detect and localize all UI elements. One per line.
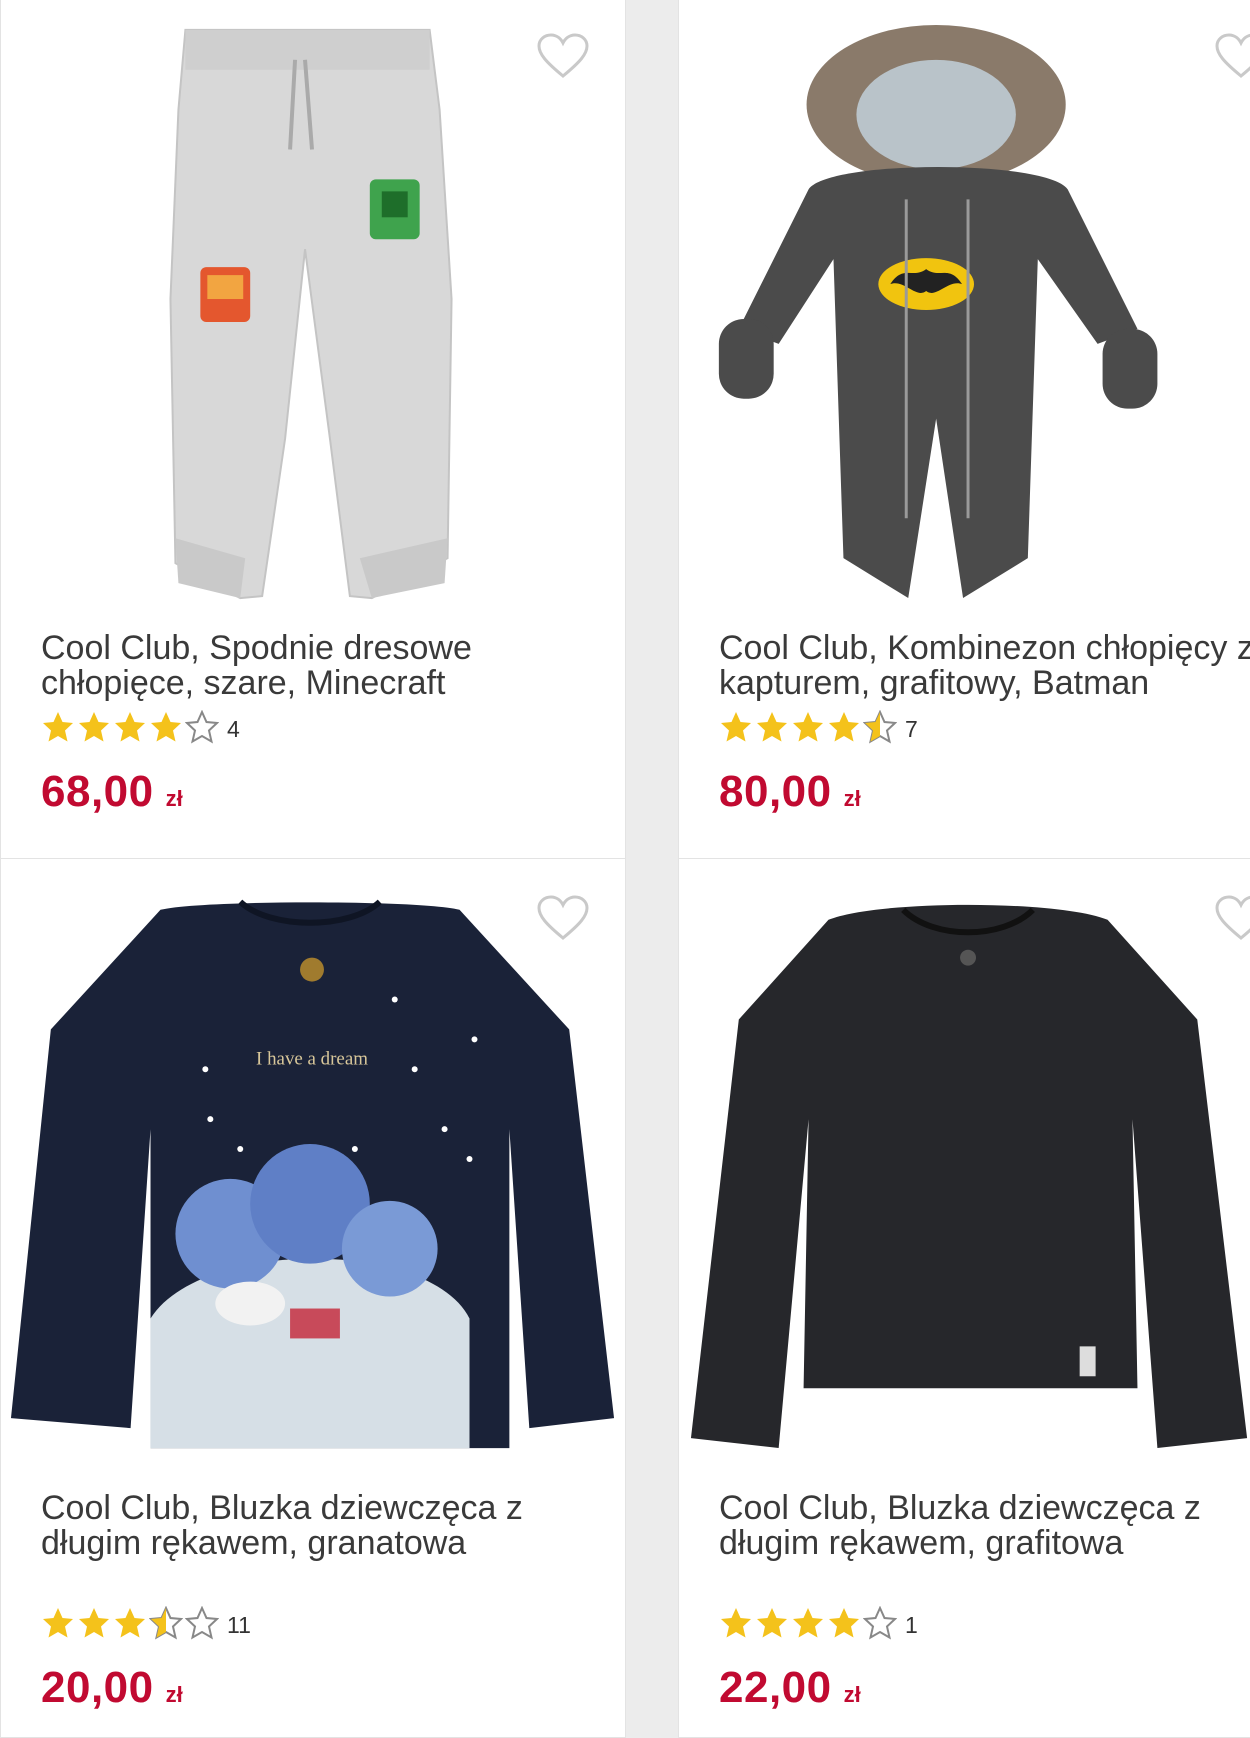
product-rating: 4 — [41, 709, 240, 749]
product-image[interactable] — [1, 0, 625, 619]
product-rating: 7 — [719, 709, 918, 749]
rating-stars — [41, 1605, 221, 1645]
rating-count: 7 — [905, 715, 918, 742]
star-half-icon — [149, 1605, 183, 1640]
grey-jogger-pants-image — [169, 28, 453, 600]
star-full-icon — [113, 1606, 147, 1640]
product-title[interactable]: Cool Club, Bluzka dziewczęca z długim rę… — [719, 1491, 1201, 1561]
product-price: 80,00 zł — [719, 767, 861, 817]
product-title[interactable]: Cool Club, Bluzka dziewczęca z długim rę… — [41, 1491, 523, 1561]
product-rating: 11 — [41, 1605, 251, 1645]
star-full-icon — [827, 710, 861, 744]
star-full-icon — [149, 710, 183, 744]
rating-stars — [41, 709, 221, 749]
star-full-icon — [827, 1606, 861, 1640]
wishlist-heart-icon[interactable] — [536, 32, 590, 80]
star-full-icon — [719, 710, 753, 744]
price-currency: zł — [165, 1682, 183, 1707]
star-full-icon — [77, 1606, 111, 1640]
product-title[interactable]: Cool Club, Spodnie dresowe chłopięce, sz… — [41, 631, 472, 701]
black-longsleeve-image — [690, 904, 1248, 1449]
star-full-icon — [41, 1606, 75, 1640]
product-card[interactable]: Cool Club, Bluzka dziewczęca z długim rę… — [678, 858, 1250, 1738]
wishlist-heart-icon[interactable] — [536, 894, 590, 942]
price-amount: 20,00 — [41, 1663, 154, 1712]
rating-count: 4 — [227, 715, 240, 742]
product-price: 68,00 zł — [41, 767, 183, 817]
price-currency: zł — [165, 786, 183, 811]
product-card[interactable]: I have a dream Cool Club, Bluzka dziewcz… — [0, 858, 626, 1738]
rating-count: 1 — [905, 1611, 918, 1638]
product-rating: 1 — [719, 1605, 918, 1645]
price-amount: 22,00 — [719, 1663, 832, 1712]
product-image[interactable]: I have a dream — [1, 859, 625, 1459]
price-currency: zł — [843, 786, 861, 811]
wishlist-heart-icon[interactable] — [1214, 894, 1250, 942]
navy-winter-blouse-image: I have a dream — [10, 899, 615, 1449]
product-card[interactable]: Cool Club, Kombinezon chłopięcy z kaptur… — [678, 0, 1250, 860]
product-image[interactable] — [679, 859, 1250, 1459]
star-full-icon — [719, 1606, 753, 1640]
star-full-icon — [755, 1606, 789, 1640]
product-title[interactable]: Cool Club, Kombinezon chłopięcy z kaptur… — [719, 631, 1250, 701]
star-full-icon — [77, 710, 111, 744]
star-full-icon — [41, 710, 75, 744]
product-price: 20,00 zł — [41, 1663, 183, 1713]
price-currency: zł — [843, 1682, 861, 1707]
star-empty-icon — [185, 709, 219, 744]
rating-stars — [719, 709, 899, 749]
star-full-icon — [113, 710, 147, 744]
product-image[interactable] — [679, 0, 1250, 619]
rating-count: 11 — [227, 1611, 251, 1638]
rating-stars — [719, 1605, 899, 1645]
star-empty-icon — [185, 1605, 219, 1640]
print-slogan: I have a dream — [256, 1048, 368, 1069]
wishlist-heart-icon[interactable] — [1214, 32, 1250, 80]
price-amount: 68,00 — [41, 767, 154, 816]
star-full-icon — [791, 1606, 825, 1640]
product-price: 22,00 zł — [719, 1663, 861, 1713]
star-full-icon — [755, 710, 789, 744]
star-empty-icon — [863, 1605, 897, 1640]
product-card[interactable]: Cool Club, Spodnie dresowe chłopięce, sz… — [0, 0, 626, 860]
batman-snowsuit-image — [718, 24, 1158, 599]
price-amount: 80,00 — [719, 767, 832, 816]
star-full-icon — [791, 710, 825, 744]
star-half-icon — [863, 709, 897, 744]
